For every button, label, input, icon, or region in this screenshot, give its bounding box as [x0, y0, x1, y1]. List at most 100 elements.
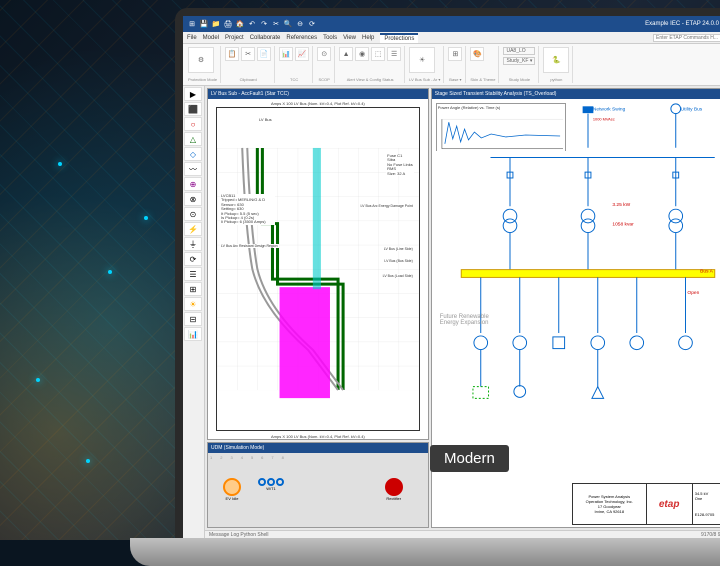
grid-tool[interactable]: ⊞: [184, 282, 202, 296]
sim-body[interactable]: 12345678 EV Idle W/T1 Rectifier: [208, 453, 428, 527]
ribbon-label: python: [543, 77, 569, 82]
window-title: Example IEC - ETAP 24.0.0 Beta: [645, 21, 720, 27]
ground-tool[interactable]: ⏚: [184, 237, 202, 251]
ribbon-label: Protection Mode: [188, 77, 217, 82]
sim-ev[interactable]: EV Idle: [223, 478, 241, 501]
view-button[interactable]: ◉: [355, 47, 369, 61]
batt-tool[interactable]: ⊟: [184, 312, 202, 326]
home-icon[interactable]: 🏠: [235, 19, 245, 29]
annot-line: LV Bus (Line Side): [383, 247, 414, 251]
ribbon-label: TCC: [279, 77, 309, 82]
tcc-x-axis-top: Amps X 100 LV Bus (Nom. kV=0.4, Plot Ref…: [271, 101, 365, 106]
tb-no: E128-9705: [695, 512, 720, 517]
bus-tool[interactable]: ⬛: [184, 102, 202, 116]
redo-icon[interactable]: ↷: [259, 19, 269, 29]
tcc2-button[interactable]: 📈: [295, 47, 309, 61]
menu-tools[interactable]: Tools: [323, 35, 337, 41]
tb-company: Power System Analysis Operation Technolo…: [573, 484, 647, 524]
relay-tool[interactable]: ⚡: [184, 222, 202, 236]
zoom-in-icon[interactable]: 🔍: [283, 19, 293, 29]
chart-tool[interactable]: 📊: [184, 327, 202, 341]
modern-badge: Modern: [430, 445, 509, 472]
xfmr-tool[interactable]: ◇: [184, 147, 202, 161]
pointer-tool[interactable]: ▶: [184, 87, 202, 101]
menu-project[interactable]: Project: [225, 35, 244, 41]
annot-load: LV Bus (Load Side): [382, 274, 414, 278]
menu-model[interactable]: Model: [203, 35, 219, 41]
tcc-button[interactable]: 📊: [279, 47, 293, 61]
status-button[interactable]: ☰: [387, 47, 401, 61]
tcc-header[interactable]: LV Bus Sub - AccFault1 (Star TCC): [208, 89, 428, 99]
python-button[interactable]: 🐍: [543, 47, 569, 73]
alert-button[interactable]: ▲: [339, 47, 353, 61]
ribbon-group-bus: ☀ LV Bus Sub - Ar ▾: [406, 46, 444, 83]
menu-view[interactable]: View: [343, 35, 356, 41]
svg-text:3.25 kW: 3.25 kW: [612, 202, 630, 208]
svg-text:Utility Bus: Utility Bus: [680, 107, 702, 113]
menubar: File Model Project Collaborate Reference…: [183, 32, 720, 44]
oneline-header[interactable]: Stage Sized Transient Stability Analysis…: [432, 89, 720, 99]
cut-button[interactable]: ✂: [241, 47, 255, 61]
ribbon-group-clip: 📋 ✂ 📄 Clipboard: [222, 46, 275, 83]
print-icon[interactable]: 🖨: [223, 19, 233, 29]
cut-icon[interactable]: ✂: [271, 19, 281, 29]
command-search[interactable]: [653, 34, 720, 42]
svg-text:1058 kvar: 1058 kvar: [612, 222, 634, 228]
annot-arc-energy: LV Bus Arc Energy Damage Point: [359, 204, 413, 208]
bus-select[interactable]: ☀: [409, 47, 435, 73]
annot-bus: LV Bus (Bus Side): [383, 259, 413, 263]
cb-tool[interactable]: ⊗: [184, 192, 202, 206]
menu-help[interactable]: Help: [362, 35, 374, 41]
open-icon[interactable]: 📁: [211, 19, 221, 29]
menu-protections[interactable]: Protections: [380, 33, 418, 43]
svg-text:Open: Open: [687, 290, 699, 296]
sim-panel: UDM (Simulation Mode) 12345678 EV Idle W…: [207, 442, 429, 528]
svg-text:Network Swing: Network Swing: [593, 107, 626, 113]
protection-mode-button[interactable]: ⚙: [188, 47, 214, 73]
menu-references[interactable]: References: [286, 35, 317, 41]
scop-button[interactable]: ⊙: [317, 47, 331, 61]
zoom-out-icon[interactable]: ⊖: [295, 19, 305, 29]
sim-header[interactable]: UDM (Simulation Mode): [208, 443, 428, 453]
tb-title2: 34.5 kV One: [695, 491, 720, 501]
cable-tool[interactable]: 〰: [184, 162, 202, 176]
laptop-base: [130, 538, 720, 566]
qat: ⊞ 💾 📁 🖨 🏠 ↶ ↷ ✂ 🔍 ⊖ ⟳: [187, 19, 317, 29]
svg-text:1000 MVAsc: 1000 MVAsc: [593, 116, 615, 121]
menu-collaborate[interactable]: Collaborate: [250, 35, 281, 41]
study-select[interactable]: UA8_LO: [503, 47, 535, 55]
ribbon-group-mode: ⚙ Protection Mode: [185, 46, 221, 83]
sim-wt[interactable]: W/T1: [258, 478, 284, 491]
svg-text:Bus A: Bus A: [700, 269, 713, 275]
gen-tool[interactable]: ○: [184, 117, 202, 131]
ribbon-label: Study Mode: [503, 77, 535, 82]
save-icon[interactable]: 💾: [199, 19, 209, 29]
ct-tool[interactable]: ⟳: [184, 252, 202, 266]
paste-button[interactable]: 📋: [225, 47, 239, 61]
motor-tool[interactable]: ⊕: [184, 177, 202, 191]
app-icon: ⊞: [187, 19, 197, 29]
ribbon-group-tcc: 📊 📈 TCC: [276, 46, 313, 83]
undo-icon[interactable]: ↶: [247, 19, 257, 29]
sim-rect[interactable]: Rectifier: [385, 478, 403, 501]
menu-file[interactable]: File: [187, 35, 197, 41]
tcc-panel: LV Bus Sub - AccFault1 (Star TCC) Amps X…: [207, 88, 429, 440]
left-column: LV Bus Sub - AccFault1 (Star TCC) Amps X…: [207, 88, 429, 528]
annot-lvcb11: LVCB11 Tripped • MERLIN/G & D Sensor= 63…: [220, 194, 275, 225]
ribbon-label: LV Bus Sub - Ar ▾: [409, 77, 440, 82]
tcc-body[interactable]: Amps X 100 LV Bus (Nom. kV=0.4, Plot Ref…: [208, 99, 428, 439]
base-select[interactable]: ⊞: [448, 47, 462, 61]
sim-ruler: 12345678: [210, 455, 426, 463]
load-tool[interactable]: △: [184, 132, 202, 146]
config-button[interactable]: ⬚: [371, 47, 385, 61]
refresh-icon[interactable]: ⟳: [307, 19, 317, 29]
panel-tool[interactable]: ☰: [184, 267, 202, 281]
ribbon-group-python: 🐍 python: [540, 46, 573, 83]
ribbon-label: Base ▾: [448, 77, 462, 82]
pv-tool[interactable]: ☀: [184, 297, 202, 311]
oneline-svg: Network Swing 1000 MVAsc Utility Bus 3.2…: [432, 99, 720, 470]
study-select2[interactable]: Study_KF ▾: [503, 57, 535, 65]
copy-button[interactable]: 📄: [257, 47, 271, 61]
fuse-tool[interactable]: ⊙: [184, 207, 202, 221]
theme-button[interactable]: 🎨: [470, 47, 484, 61]
